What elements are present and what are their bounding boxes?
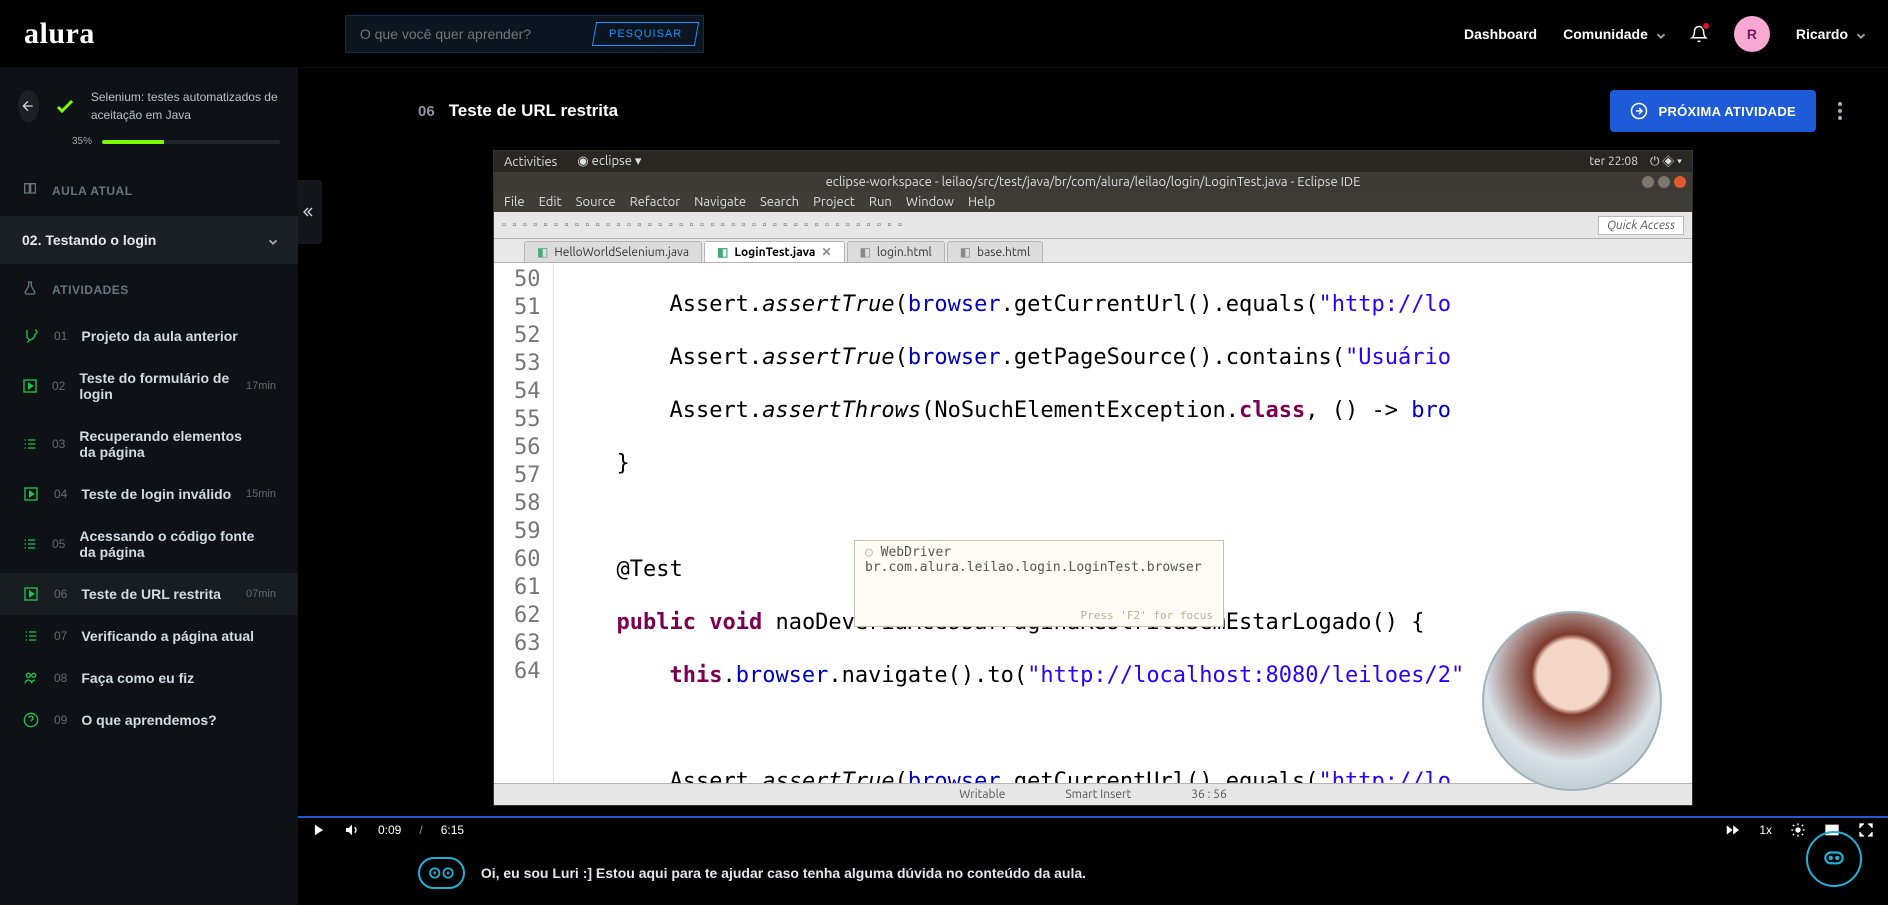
nav-comunidade[interactable]: Comunidade <box>1563 26 1664 42</box>
avatar[interactable]: R <box>1734 16 1770 52</box>
check-icon <box>53 91 77 121</box>
activity-item[interactable]: 01Projeto da aula anterior <box>0 315 298 357</box>
menu-item[interactable]: Help <box>968 195 995 209</box>
ide-menubar[interactable]: File Edit Source Refactor Navigate Search Proj… <box>494 192 1692 212</box>
editor-tab[interactable]: ◧LoginTest.java ✕ <box>704 241 845 262</box>
luri-message: Oi, eu sou Luri :] Estou aqui para te aj… <box>481 865 1086 881</box>
ide-tabs[interactable]: ◧HelloWorldSelenium.java◧LoginTest.java … <box>494 239 1692 263</box>
ide-titlebar: eclipse-workspace - leilao/src/test/java… <box>494 172 1692 192</box>
play-icon <box>22 586 40 602</box>
play-icon <box>22 486 40 502</box>
section-aula-atual: AULA ATUAL <box>0 165 298 216</box>
ide-toolbar[interactable]: ▫ ▫ ▫ ▫ ▫ ▫ ▫ ▫ ▫ ▫ ▫ ▫ ▫ ▫ ▫ ▫ ▫ ▫ ▫ ▫ … <box>494 212 1692 239</box>
menu-item[interactable]: Refactor <box>630 195 681 209</box>
menu-item[interactable]: Edit <box>539 195 562 209</box>
settings-button[interactable] <box>1790 822 1806 838</box>
activity-item[interactable]: 02Teste do formulário de login17min <box>0 357 298 415</box>
question-icon <box>22 712 40 728</box>
flask-icon <box>22 280 38 299</box>
user-menu[interactable]: Ricardo <box>1796 26 1864 42</box>
menu-item[interactable]: Project <box>813 195 855 209</box>
activity-item[interactable]: 07Verificando a página atual <box>0 615 298 657</box>
lesson-title: Teste de URL restrita <box>449 101 618 121</box>
next-button[interactable]: PRÓXIMA ATIVIDADE <box>1610 90 1816 132</box>
activity-item[interactable]: 05Acessando o código fonte da página <box>0 515 298 573</box>
current-lesson[interactable]: 02. Testando o login <box>0 216 298 264</box>
play-icon <box>22 378 38 394</box>
luri-banner[interactable]: ⊙⊙ Oi, eu sou Luri :] Estou aqui para te… <box>298 841 1888 905</box>
skip-button[interactable] <box>1723 823 1741 837</box>
menu-item[interactable]: Navigate <box>694 195 746 209</box>
activity-item[interactable]: 09O que aprendemos? <box>0 699 298 741</box>
activity-item[interactable]: 04Teste de login inválido15min <box>0 473 298 515</box>
progress: 35% <box>0 136 298 165</box>
video-area[interactable]: Activities ◉ eclipse ▾ ter 22:08⏻ ◈ ▾ ec… <box>298 150 1888 816</box>
nav-dashboard[interactable]: Dashboard <box>1464 26 1537 42</box>
code-editor[interactable]: 505152535455565758596061626364 Assert.as… <box>494 263 1692 783</box>
editor-tab[interactable]: ◧HelloWorldSelenium.java <box>524 241 702 262</box>
gnome-topbar: Activities ◉ eclipse ▾ ter 22:08⏻ ◈ ▾ <box>494 151 1692 172</box>
section-atividades: ATIVIDADES <box>0 264 298 315</box>
gutter: 505152535455565758596061626364 <box>494 263 554 783</box>
progress-pct: 35% <box>72 136 92 147</box>
notification-badge <box>1702 22 1710 30</box>
nav-right: Dashboard Comunidade R Ricardo <box>1464 16 1864 52</box>
list-icon <box>22 536 38 552</box>
sidebar: Selenium: testes automatizados de aceita… <box>0 68 298 905</box>
back-button[interactable] <box>18 90 39 122</box>
camera-overlay <box>1482 611 1662 791</box>
hover-tooltip: ○ WebDriver br.com.alura.leilao.login.Lo… <box>854 540 1224 627</box>
editor-tab[interactable]: ◧login.html <box>847 241 945 262</box>
course-header: Selenium: testes automatizados de aceita… <box>0 68 298 136</box>
chevron-down-icon <box>1654 29 1664 39</box>
branch-icon <box>22 328 40 344</box>
progress-bar <box>102 140 280 144</box>
lesson-header: 06 Teste de URL restrita PRÓXIMA ATIVIDA… <box>298 68 1888 150</box>
speed-button[interactable]: 1x <box>1759 823 1772 837</box>
search-button[interactable]: PESQUISAR <box>592 22 699 46</box>
luri-chat-button[interactable] <box>1806 831 1862 887</box>
list-icon <box>22 628 40 644</box>
time-current: 0:09 <box>378 823 401 837</box>
luri-icon: ⊙⊙ <box>418 857 465 889</box>
menu-item[interactable]: Window <box>906 195 954 209</box>
video-controls: 0:09 / 6:15 1x <box>298 816 1888 841</box>
menu-item[interactable]: Source <box>576 195 616 209</box>
editor-tab[interactable]: ◧base.html <box>947 241 1043 262</box>
quick-access[interactable]: Quick Access <box>1598 216 1684 235</box>
activity-item[interactable]: 06Teste de URL restrita07min <box>0 573 298 615</box>
main: 06 Teste de URL restrita PRÓXIMA ATIVIDA… <box>298 68 1888 905</box>
course-title: Selenium: testes automatizados de aceita… <box>91 88 280 124</box>
search-input[interactable] <box>360 26 580 42</box>
logo[interactable]: alura <box>24 17 95 51</box>
topbar: alura PESQUISAR Dashboard Comunidade R R… <box>0 0 1888 68</box>
search-box: PESQUISAR <box>345 15 704 53</box>
play-button[interactable] <box>312 823 326 837</box>
volume-button[interactable] <box>344 822 360 838</box>
fullscreen-button[interactable] <box>1858 822 1874 838</box>
notifications-icon[interactable] <box>1690 25 1708 43</box>
list-icon <box>22 436 38 452</box>
time-duration: 6:15 <box>441 823 464 837</box>
people-icon <box>22 670 40 686</box>
menu-item[interactable]: File <box>504 195 525 209</box>
ide-window: Activities ◉ eclipse ▾ ter 22:08⏻ ◈ ▾ ec… <box>493 150 1693 806</box>
menu-item[interactable]: Run <box>869 195 892 209</box>
chevron-down-icon <box>1854 29 1864 39</box>
window-controls[interactable] <box>1642 176 1686 188</box>
activity-item[interactable]: 08Faça como eu fiz <box>0 657 298 699</box>
activity-item[interactable]: 03Recuperando elementos da página <box>0 415 298 473</box>
chevron-down-icon <box>266 235 276 245</box>
book-icon <box>22 181 38 200</box>
lesson-num: 06 <box>418 103 435 120</box>
shell: Selenium: testes automatizados de aceita… <box>0 68 1888 905</box>
ide-statusbar: Writable Smart Insert 36 : 56 <box>494 783 1692 805</box>
more-menu[interactable] <box>1832 96 1848 126</box>
menu-item[interactable]: Search <box>760 195 799 209</box>
